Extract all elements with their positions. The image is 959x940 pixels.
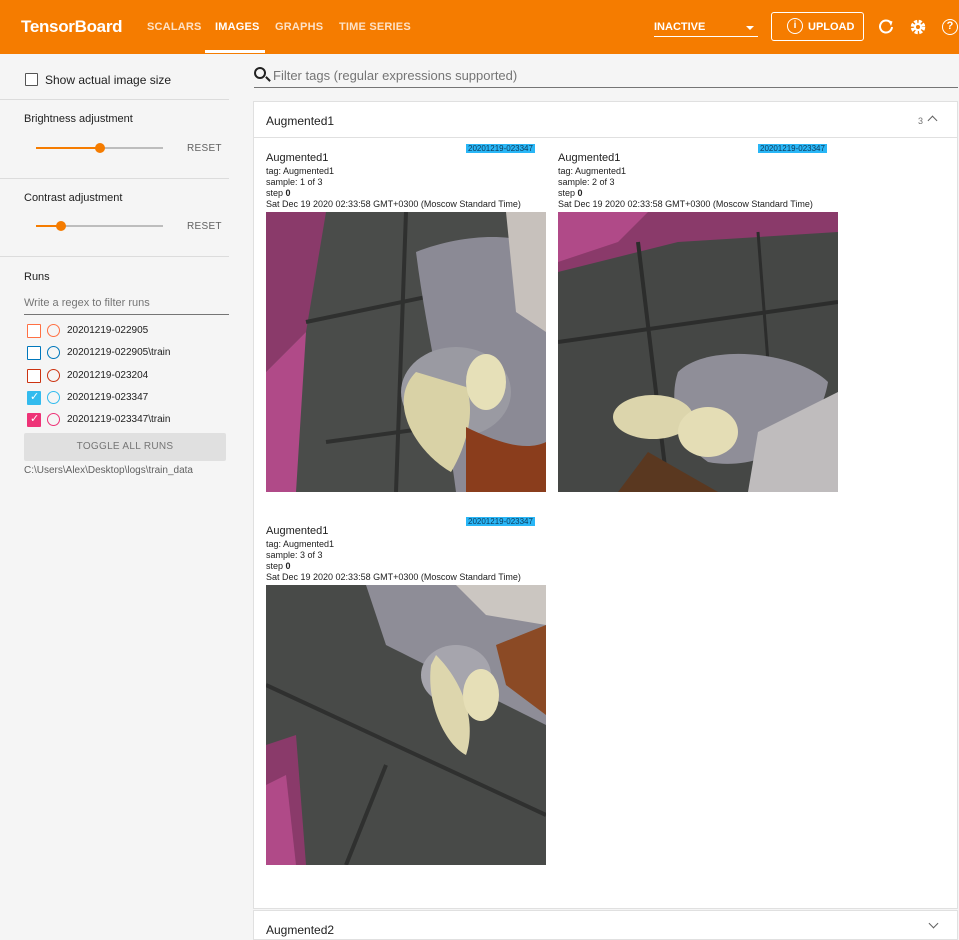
contrast-reset-button[interactable]: RESET (187, 221, 222, 232)
help-icon[interactable]: ? (942, 19, 958, 35)
run-checkbox[interactable]: ✓ (27, 390, 41, 405)
image-step: step 0 (266, 561, 291, 571)
run-checkbox[interactable] (27, 324, 41, 338)
run-badge: 20201219-023347 (466, 517, 535, 526)
active-tab-indicator (205, 50, 265, 53)
show-actual-size-checkbox[interactable] (25, 73, 38, 86)
image-sample: sample: 1 of 3 (266, 177, 323, 187)
run-name: 20201219-022905\train (67, 347, 171, 359)
section-title: Augmented1 (266, 114, 335, 128)
logdir-path: C:\Users\Alex\Desktop\logs\train_data (24, 465, 193, 476)
sample-image[interactable] (266, 585, 546, 865)
show-actual-size-label: Show actual image size (45, 73, 172, 87)
run-item[interactable]: ✓ 20201219-023347 (27, 390, 227, 407)
run-name: 20201219-023204 (67, 369, 149, 381)
top-bar: TensorBoard SCALARS IMAGES GRAPHS TIME S… (0, 0, 959, 54)
image-card: Augmented1 20201219-023347 tag: Augmente… (558, 144, 840, 497)
run-item[interactable]: 20201219-022905 (27, 324, 227, 340)
inactive-plugins-select[interactable]: INACTIVE (654, 17, 758, 37)
run-name: 20201219-023347\train (67, 414, 171, 426)
image-title: Augmented1 (266, 525, 329, 537)
brightness-slider-thumb[interactable] (94, 143, 105, 153)
search-icon-handle (265, 76, 271, 82)
run-color-swatch[interactable] (47, 368, 60, 382)
info-icon: i (787, 18, 803, 34)
gear-icon[interactable] (908, 17, 928, 37)
tag-section-augmented2[interactable]: Augmented2 (253, 910, 958, 940)
image-title: Augmented1 (558, 152, 621, 164)
tab-graphs[interactable]: GRAPHS (275, 21, 323, 33)
run-color-swatch[interactable] (47, 413, 60, 427)
step-value: 0 (577, 188, 583, 198)
run-checkbox[interactable]: ✓ (27, 413, 41, 428)
run-color-swatch[interactable] (47, 346, 60, 360)
tag-filter-input[interactable]: Filter tags (regular expressions support… (254, 64, 958, 88)
run-item[interactable]: 20201219-023204 (27, 368, 227, 385)
image-timestamp: Sat Dec 19 2020 02:33:58 GMT+0300 (Mosco… (266, 572, 521, 582)
image-step: step 0 (558, 188, 583, 198)
run-item[interactable]: 20201219-022905\train (27, 346, 227, 362)
run-item[interactable]: ✓ 20201219-023347\train (27, 413, 227, 429)
chevron-down-icon[interactable] (928, 918, 939, 929)
run-name: 20201219-022905 (67, 325, 149, 336)
image-card: Augmented1 20201219-023347 tag: Augmente… (266, 517, 548, 870)
contrast-label: Contrast adjustment (24, 192, 123, 204)
run-badge: 20201219-023347 (758, 144, 827, 153)
sidebar: Show actual image size Brightness adjust… (0, 54, 245, 938)
chevron-down-icon (746, 26, 754, 30)
brightness-label: Brightness adjustment (24, 113, 133, 125)
divider (0, 99, 229, 100)
upload-button-label: UPLOAD (808, 21, 855, 33)
check-icon: ✓ (30, 390, 40, 403)
run-badge: 20201219-023347 (466, 144, 535, 153)
runs-label: Runs (24, 271, 50, 283)
image-step: step 0 (266, 188, 291, 198)
run-checkbox[interactable] (27, 368, 41, 383)
inactive-select-value: INACTIVE (654, 21, 706, 33)
tag-section-augmented1: Augmented1 3 Augmented1 20201219-023347 … (253, 101, 958, 909)
runs-filter-input[interactable]: Write a regex to filter runs (24, 294, 229, 315)
tab-images[interactable]: IMAGES (215, 21, 260, 33)
image-tag: tag: Augmented1 (266, 166, 335, 176)
brightness-reset-button[interactable]: RESET (187, 143, 222, 154)
run-checkbox[interactable] (27, 346, 41, 361)
image-tag: tag: Augmented1 (266, 539, 335, 549)
sample-image[interactable] (558, 212, 838, 492)
divider (0, 178, 229, 179)
section-count: 3 (918, 116, 924, 126)
run-color-swatch[interactable] (47, 324, 60, 337)
image-sample: sample: 3 of 3 (266, 550, 323, 560)
section-title: Augmented2 (266, 923, 335, 937)
divider (0, 256, 229, 257)
tab-time-series[interactable]: TIME SERIES (339, 21, 411, 33)
sample-image[interactable] (266, 212, 546, 492)
image-timestamp: Sat Dec 19 2020 02:33:58 GMT+0300 (Mosco… (266, 199, 521, 209)
check-icon: ✓ (30, 413, 40, 426)
app-brand: TensorBoard (21, 17, 123, 36)
step-label: step (558, 188, 578, 198)
chevron-up-icon[interactable] (927, 115, 938, 126)
brightness-slider-fill (36, 147, 100, 149)
run-name: 20201219-023347 (67, 391, 149, 403)
step-label: step (266, 188, 286, 198)
step-value: 0 (285, 561, 291, 571)
toggle-all-runs-button[interactable]: TOGGLE ALL RUNS (24, 433, 226, 461)
step-label: step (266, 561, 286, 571)
image-tag: tag: Augmented1 (558, 166, 627, 176)
image-timestamp: Sat Dec 19 2020 02:33:58 GMT+0300 (Mosco… (558, 199, 813, 209)
run-color-swatch[interactable] (47, 390, 60, 404)
image-sample: sample: 2 of 3 (558, 177, 615, 187)
image-card: Augmented1 20201219-023347 tag: Augmente… (266, 144, 548, 497)
section-header[interactable]: Augmented1 3 (254, 102, 957, 138)
refresh-icon[interactable] (876, 17, 896, 37)
step-value: 0 (285, 188, 291, 198)
tag-filter-placeholder: Filter tags (regular expressions support… (273, 68, 518, 83)
upload-button[interactable]: i UPLOAD (771, 12, 864, 41)
image-title: Augmented1 (266, 152, 329, 164)
contrast-slider-thumb[interactable] (56, 221, 67, 231)
tab-scalars[interactable]: SCALARS (147, 21, 202, 33)
